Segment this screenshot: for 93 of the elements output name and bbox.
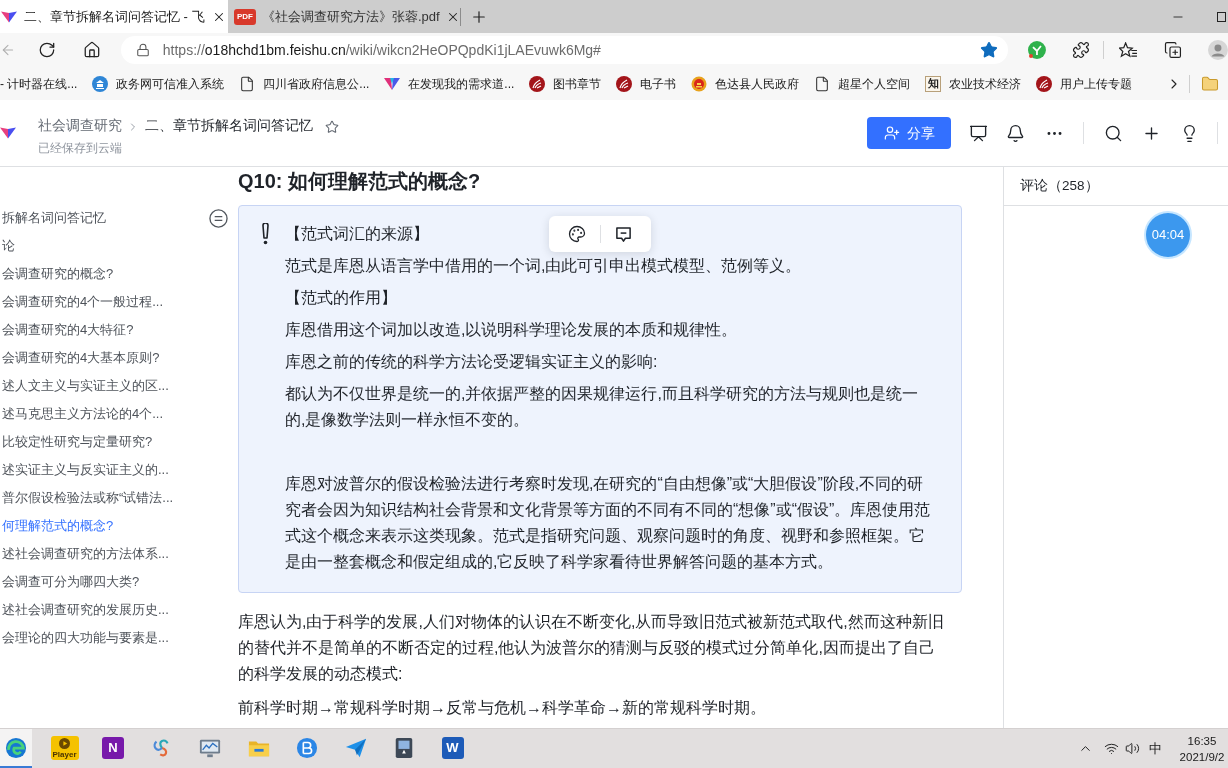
outline-item[interactable]: 比较定性研究与定量研究? [0, 432, 153, 452]
bookmark-link[interactable]: 在发现我的需求道... [384, 74, 515, 93]
address-field[interactable]: https://o18hchd1bm.feishu.cn/wiki/wikcn2HeOPQpdKi1jLAEvuwk6Mg# [120, 36, 1009, 64]
exclamation-icon [262, 223, 269, 245]
bookmark-link[interactable]: 知 农业技术经济 [925, 74, 1022, 93]
outline-item[interactable]: 会调查研究的概念? [0, 264, 114, 284]
app-tile-icon [393, 736, 415, 759]
document-app-icon: W [441, 736, 464, 759]
callout-text: 【范式词汇的来源】 [285, 224, 429, 244]
wifi-icon[interactable] [1104, 741, 1119, 756]
browser-tab[interactable]: PDF 《社会调查研究方法》张蓉.pdf [228, 0, 460, 33]
outline-item[interactable]: 拆解名词问答记忆 [0, 208, 106, 228]
profile-icon[interactable] [1208, 40, 1228, 60]
taskbar-button[interactable]: N [97, 729, 129, 768]
outline-item[interactable]: 述社会调查研究的发展历史... [0, 600, 169, 620]
clock-time[interactable]: 16:35 [1187, 732, 1217, 749]
clock-date[interactable]: 2021/9/2 [1179, 748, 1225, 765]
share-button[interactable]: 分享 [867, 117, 951, 149]
round-extension-icon[interactable] [1028, 41, 1047, 59]
body-text: 库恩认为,由于科学的发展,人们对物体的认识在不断变化,从而导致旧范式被新范式取代,然而这种新旧的替代并不是简单的不断否定的过程,他认为波普尔的猜测与反驳的模式过分简单化,因而提出了自己的科学发展的动态模式: [238, 612, 945, 684]
callout-text: 库恩之前的传统的科学方法论受逻辑实证主义的影响: [285, 352, 658, 372]
paper-plane-icon [344, 736, 367, 759]
emblem-icon [691, 75, 708, 92]
browser-icon [5, 736, 27, 759]
question-heading: Q10: 如何理解范式的概念? [238, 169, 482, 194]
round-app-icon [296, 736, 318, 759]
seal-icon [529, 75, 546, 92]
page-icon [239, 75, 256, 92]
bookmark-link[interactable]: 超星个人空间 [814, 74, 911, 93]
save-status: 已经保存到云端 [38, 139, 123, 157]
seal-icon [1036, 75, 1053, 92]
star-list-icon[interactable] [1119, 41, 1139, 59]
timer-badge: 04:04 [1146, 213, 1190, 257]
outline-item[interactable]: 何理解范式的概念? [0, 516, 114, 536]
outline-item[interactable]: 会调查研究的4大基本原则? [0, 348, 160, 368]
building-badge-icon [92, 75, 109, 92]
browser-tab[interactable]: 二、章节拆解名词问答记忆 - 飞 [0, 0, 228, 33]
bell-icon[interactable] [1006, 123, 1025, 143]
volume-icon[interactable] [1125, 741, 1140, 756]
callout-text: 范式是库恩从语言学中借用的一个词,由此可引申出模式模型、范例等义。 [285, 256, 802, 276]
bookmark-link[interactable]: 四川省政府信息公... [239, 74, 370, 93]
bookmark-link[interactable]: 用户上传专题 [1036, 74, 1133, 93]
collections-icon[interactable] [1164, 41, 1183, 59]
outline-item[interactable]: 述人文主义与实证主义的区... [0, 376, 169, 396]
taskbar-button[interactable]: W [436, 729, 469, 768]
outline-item[interactable]: 述马克思主义方法论的4个... [0, 404, 164, 424]
taskbar-button[interactable]: Player [48, 729, 81, 768]
player-app-icon: Player [50, 735, 79, 760]
collapse-outline-icon[interactable] [209, 208, 228, 228]
callout-text: 【范式的作用】 [285, 288, 397, 308]
logo-icon [1, 10, 17, 23]
page-icon [814, 75, 831, 92]
body-text: 前科学时期→常规科学时期→反常与危机→科学革命→新的常规科学时期。 [238, 698, 766, 718]
callout-text: 都认为不仅世界是统一的,并依据严整的因果规律运行,而且科学研究的方法与规则也是统一的,是像数学法则一样永恒不变的。 [285, 384, 919, 430]
logo-icon [0, 127, 16, 139]
lock-icon [135, 43, 150, 57]
bookmark-link[interactable]: 电子书 [616, 74, 677, 93]
search-icon[interactable] [1104, 123, 1123, 143]
palette-icon[interactable] [568, 225, 586, 243]
url-text: https://o18hchd1bm.feishu.cn/wiki/wikcn2HeOPQpdKi1jLAEvuwk6Mg# [162, 40, 602, 60]
refresh-icon[interactable] [37, 41, 56, 59]
pdf-file-icon: PDF [234, 8, 256, 25]
calligraphy-tile-icon: 知 [925, 75, 942, 92]
outline-item[interactable]: 普尔假设检验法或称“试错法... [0, 488, 174, 508]
home-icon[interactable] [82, 41, 101, 59]
outline-item[interactable]: 述社会调查研究的方法体系... [0, 544, 169, 564]
add-user-icon [883, 125, 900, 141]
document-title[interactable]: 二、章节拆解名词问答记忆 [145, 116, 313, 137]
bookmark-link[interactable]: 政务网可信准入系统 [92, 74, 225, 93]
outline-item[interactable]: 会调查可分为哪四大类? [0, 572, 140, 592]
seal-icon [616, 75, 633, 92]
outline-item[interactable]: 会理论的四大功能与要素是... [0, 628, 169, 648]
callout-text: 库恩借用这个词加以改造,以说明科学理论发展的本质和规律性。 [285, 320, 738, 340]
puzzle-icon[interactable] [1072, 41, 1091, 59]
comment-icon[interactable] [615, 225, 632, 243]
breadcrumb-link[interactable]: 社会调查研究 [38, 116, 122, 137]
callout-text: 库恩对波普尔的假设检验法进行考察时发现,在研究的“自由想像”或“大胆假设”阶段,不同的研究者会因为知识结构社会背景和文化背景等方面的不同有不同的“想像”或“假设”。库恩使用范式这个概念来表示这类现象。范式是指研究问题、观察问题时的角度、视野和参照框架。它是由一整套概念和假定组成的,它反映了科学家看待世界解答问题的基本方式。 [285, 474, 932, 572]
star-icon[interactable] [325, 119, 339, 134]
favorite-star-icon[interactable] [980, 41, 999, 59]
maximize-icon[interactable] [1217, 11, 1226, 22]
v-logo-icon [384, 77, 401, 90]
bookmark-link[interactable]: 色达县人民政府 [691, 74, 800, 93]
outline-item[interactable]: 论 [0, 236, 15, 256]
bookmark-link[interactable]: 图书章节 [529, 74, 602, 93]
bookmark-link[interactable]: - 计时器在线... [0, 74, 78, 93]
input-method-indicator[interactable]: 中 [1149, 738, 1162, 759]
notebook-app-icon: N [102, 736, 124, 759]
comments-heading[interactable]: 评论（258） [1020, 175, 1099, 197]
taskbar-button[interactable] [0, 729, 32, 768]
outline-item[interactable]: 述实证主义与反实证主义的... [0, 460, 169, 480]
outline-item[interactable]: 会调查研究的4个一般过程... [0, 292, 164, 312]
outline-item[interactable]: 会调查研究的4大特征? [0, 320, 134, 340]
presentation-icon[interactable] [969, 123, 988, 143]
